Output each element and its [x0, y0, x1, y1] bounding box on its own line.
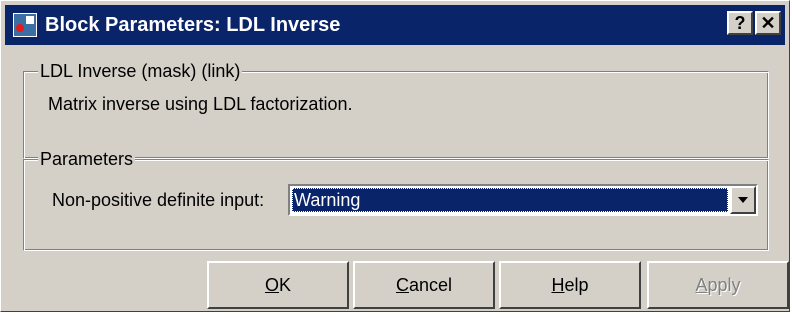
mask-group-legend: LDL Inverse (mask) (link) — [38, 59, 243, 83]
close-icon[interactable]: ✕ — [755, 11, 781, 35]
ok-label: K — [279, 275, 292, 295]
mask-description-group: LDL Inverse (mask) (link) Matrix inverse… — [23, 59, 769, 159]
apply-label: pply — [707, 275, 741, 295]
parameters-group: Parameters Non-positive definite input: … — [23, 147, 769, 251]
parameters-group-legend: Parameters — [38, 147, 136, 171]
ok-mnemonic: O — [264, 275, 279, 295]
help-icon[interactable]: ? — [727, 11, 753, 35]
chevron-down-icon[interactable] — [730, 186, 756, 214]
ok-button[interactable]: OK — [207, 261, 349, 309]
non-positive-definite-select[interactable]: Warning — [288, 184, 758, 216]
cancel-button[interactable]: Cancel — [353, 261, 495, 309]
window-title: Block Parameters: LDL Inverse — [45, 14, 341, 36]
dialog-window: Block Parameters: LDL Inverse ? ✕ LDL In… — [0, 0, 790, 312]
help-label: elp — [564, 275, 589, 295]
apply-mnemonic: A — [695, 275, 708, 295]
non-positive-definite-label: Non-positive definite input: — [52, 190, 265, 210]
apply-button[interactable]: Apply — [647, 261, 789, 309]
cancel-label: ancel — [408, 275, 453, 295]
simulink-block-icon — [13, 13, 37, 37]
title-bar[interactable]: Block Parameters: LDL Inverse ? ✕ — [5, 5, 785, 45]
selected-option[interactable]: Warning — [292, 188, 728, 212]
cancel-mnemonic: C — [395, 275, 409, 295]
help-mnemonic: H — [551, 275, 565, 295]
mask-description: Matrix inverse using LDL factorization. — [48, 94, 353, 114]
help-button[interactable]: Help — [499, 261, 641, 309]
